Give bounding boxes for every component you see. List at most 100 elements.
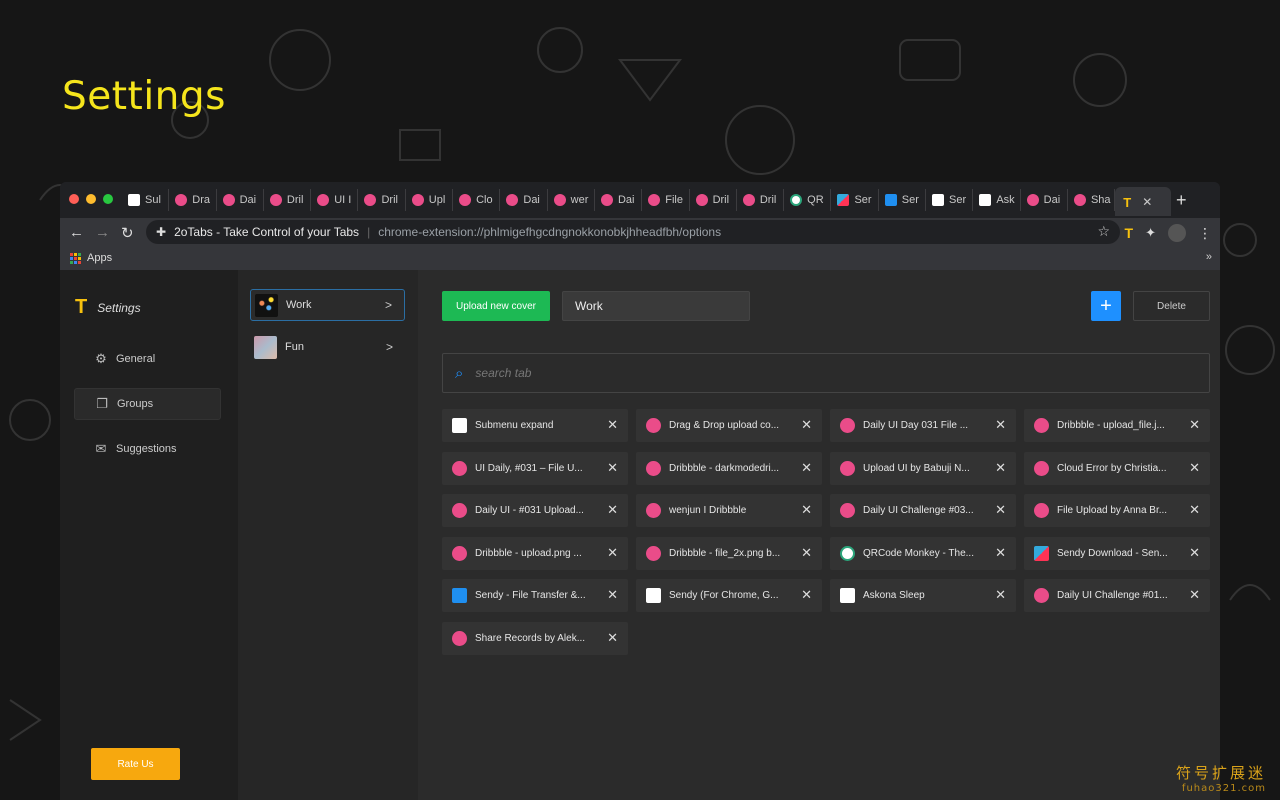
saved-tab-chip[interactable]: UI Daily, #031 – File U... ✕: [442, 451, 628, 485]
saved-tab-chip[interactable]: Cloud Error by Christia... ✕: [1024, 451, 1210, 485]
browser-tab[interactable]: Dril: [358, 189, 406, 211]
saved-tab-chip[interactable]: wenjun I Dribbble ✕: [636, 494, 822, 527]
watermark-url: fuhao321.com: [1181, 783, 1266, 794]
saved-tab-chip[interactable]: Sendy (For Chrome, G... ✕: [636, 579, 822, 612]
back-icon[interactable]: ←: [69, 224, 84, 241]
upload-cover-button[interactable]: Upload new cover: [442, 291, 550, 321]
extensions-puzzle-icon[interactable]: ✦: [1145, 225, 1156, 241]
remove-tab-icon[interactable]: ✕: [801, 460, 812, 476]
bookmark-star-icon[interactable]: ☆: [1097, 223, 1110, 240]
address-bar[interactable]: ✚ 2oTabs - Take Control of your Tabs | c…: [146, 220, 1120, 244]
saved-tab-chip[interactable]: Daily UI Day 031 File ... ✕: [830, 409, 1016, 442]
browser-tab[interactable]: Dril: [737, 189, 785, 211]
saved-tab-label: Daily UI Challenge #01...: [1057, 590, 1168, 601]
group-item-work[interactable]: Work >: [250, 289, 405, 321]
saved-tab-chip[interactable]: Share Records by Alek... ✕: [442, 621, 628, 655]
browser-tab[interactable]: Ask: [973, 189, 1021, 211]
tab-favicon-icon: [695, 194, 708, 206]
apps-shortcut[interactable]: Apps: [70, 252, 112, 264]
saved-tab-chip[interactable]: Dribbble - darkmodedri... ✕: [636, 451, 822, 485]
saved-tab-chip[interactable]: Drag & Drop upload co... ✕: [636, 409, 822, 442]
group-item-fun[interactable]: Fun >: [250, 331, 405, 363]
saved-tab-chip[interactable]: Submenu expand ✕: [442, 409, 628, 442]
tab-favicon-icon: [979, 194, 992, 206]
remove-tab-icon[interactable]: ✕: [801, 417, 812, 433]
browser-tab-label: Ser: [949, 194, 967, 206]
remove-tab-icon[interactable]: ✕: [607, 630, 618, 646]
search-input[interactable]: [475, 366, 1076, 380]
forward-icon[interactable]: →: [95, 224, 110, 241]
profile-avatar[interactable]: [1168, 224, 1186, 242]
minimize-window-button[interactable]: [86, 194, 96, 204]
remove-tab-icon[interactable]: ✕: [801, 545, 812, 561]
add-tab-button[interactable]: +: [1091, 291, 1121, 321]
browser-tab[interactable]: Dril: [690, 189, 737, 211]
browser-tab[interactable]: Sul: [122, 189, 170, 211]
browser-tab[interactable]: QR: [784, 189, 832, 211]
browser-tab[interactable]: File: [642, 189, 690, 211]
page-title: Settings: [62, 74, 226, 119]
browser-tab[interactable]: Dai: [217, 189, 264, 211]
browser-tab[interactable]: Dai: [1021, 189, 1068, 211]
saved-tab-chip[interactable]: Dribbble - upload.png ... ✕: [442, 536, 628, 570]
browser-tab[interactable]: Dai: [500, 189, 548, 211]
remove-tab-icon[interactable]: ✕: [995, 460, 1006, 476]
sidebar-item-groups[interactable]: ❐ Groups: [74, 388, 221, 420]
new-tab-button[interactable]: +: [1176, 190, 1187, 211]
saved-tab-chip[interactable]: Dribbble - upload_file.j... ✕: [1024, 409, 1210, 442]
remove-tab-icon[interactable]: ✕: [1189, 587, 1200, 603]
saved-tab-chip[interactable]: Dribbble - file_2x.png b... ✕: [636, 536, 822, 570]
saved-tab-chip[interactable]: Daily UI Challenge #01... ✕: [1024, 579, 1210, 612]
browser-tab[interactable]: UI I: [311, 189, 359, 211]
remove-tab-icon[interactable]: ✕: [607, 545, 618, 561]
saved-tab-chip[interactable]: QRCode Monkey - The... ✕: [830, 536, 1016, 570]
maximize-window-button[interactable]: [103, 194, 113, 204]
browser-tab-label: Ser: [901, 194, 919, 206]
browser-tab[interactable]: Sha: [1068, 189, 1116, 211]
remove-tab-icon[interactable]: ✕: [607, 460, 618, 476]
rate-us-button[interactable]: Rate Us: [91, 748, 180, 780]
remove-tab-icon[interactable]: ✕: [995, 587, 1006, 603]
browser-tab[interactable]: Ser: [831, 189, 879, 211]
remove-tab-icon[interactable]: ✕: [1189, 545, 1200, 561]
delete-group-button[interactable]: Delete: [1133, 291, 1210, 321]
browser-tab[interactable]: Ser: [879, 189, 927, 211]
remove-tab-icon[interactable]: ✕: [1189, 417, 1200, 433]
remove-tab-icon[interactable]: ✕: [1189, 460, 1200, 476]
saved-tab-chip[interactable]: Askona Sleep ✕: [830, 579, 1016, 612]
bookmarks-overflow-icon[interactable]: »: [1206, 251, 1212, 263]
remove-tab-icon[interactable]: ✕: [995, 502, 1006, 518]
remove-tab-icon[interactable]: ✕: [1189, 502, 1200, 518]
group-name-input[interactable]: [562, 291, 750, 321]
browser-tab-active[interactable]: T ✕: [1115, 187, 1172, 216]
remove-tab-icon[interactable]: ✕: [607, 587, 618, 603]
remove-tab-icon[interactable]: ✕: [995, 545, 1006, 561]
twotabs-extension-icon[interactable]: T: [1125, 225, 1134, 241]
browser-tab-label: Dril: [286, 194, 304, 206]
saved-tab-chip[interactable]: Upload UI by Babuji N... ✕: [830, 451, 1016, 485]
saved-tab-chip[interactable]: Daily UI Challenge #03... ✕: [830, 494, 1016, 527]
browser-tab[interactable]: Dril: [264, 189, 312, 211]
browser-tab[interactable]: Upl: [406, 189, 454, 211]
sidebar-item-general[interactable]: ⚙ General: [74, 343, 221, 375]
sidebar-item-suggestions[interactable]: ✉ Suggestions: [74, 433, 221, 465]
browser-tab[interactable]: Dra: [169, 189, 217, 211]
close-tab-icon[interactable]: ✕: [1142, 195, 1152, 209]
remove-tab-icon[interactable]: ✕: [801, 502, 812, 518]
browser-tab[interactable]: Ser: [926, 189, 974, 211]
remove-tab-icon[interactable]: ✕: [607, 502, 618, 518]
remove-tab-icon[interactable]: ✕: [607, 417, 618, 433]
remove-tab-icon[interactable]: ✕: [801, 587, 812, 603]
remove-tab-icon[interactable]: ✕: [995, 417, 1006, 433]
tab-favicon-icon: [452, 460, 467, 476]
saved-tab-chip[interactable]: Sendy - File Transfer &... ✕: [442, 579, 628, 612]
saved-tab-chip[interactable]: File Upload by Anna Br... ✕: [1024, 494, 1210, 527]
close-window-button[interactable]: [69, 194, 79, 204]
saved-tab-chip[interactable]: Daily UI - #031 Upload... ✕: [442, 494, 628, 527]
saved-tab-chip[interactable]: Sendy Download - Sen... ✕: [1024, 536, 1210, 570]
browser-tab[interactable]: Dai: [595, 189, 643, 211]
browser-tab[interactable]: Clo: [453, 189, 501, 211]
browser-tab[interactable]: wer: [548, 189, 595, 211]
reload-icon[interactable]: ↻: [121, 224, 134, 242]
more-menu-icon[interactable]: ⋮: [1198, 225, 1212, 242]
